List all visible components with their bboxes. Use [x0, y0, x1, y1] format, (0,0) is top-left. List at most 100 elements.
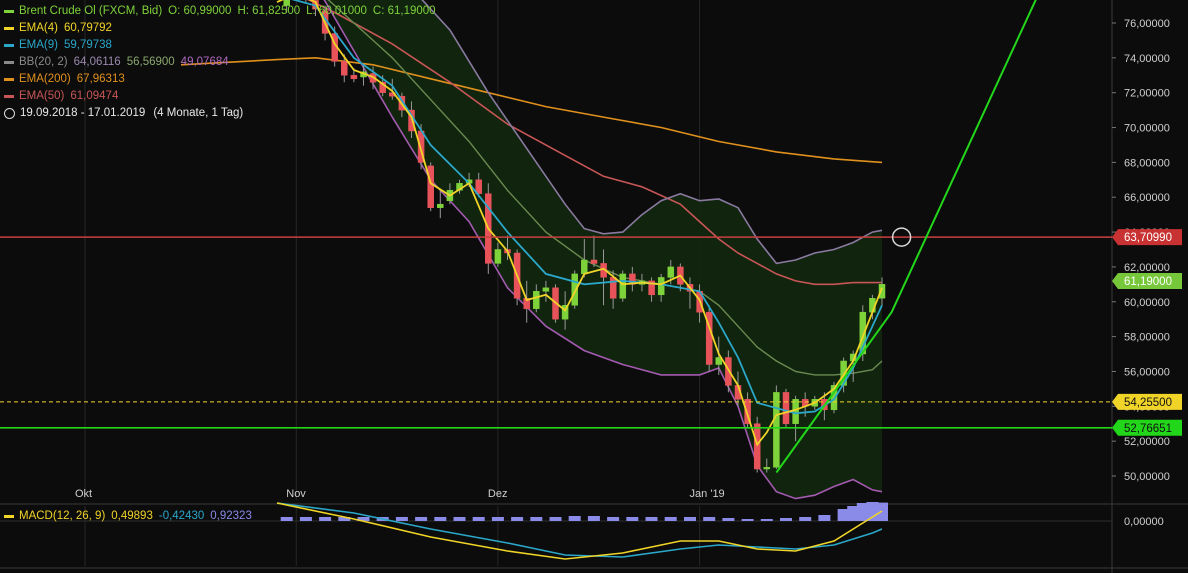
price-label-text: 54,25500: [1124, 397, 1172, 409]
price-label-box: 61,19000: [1112, 273, 1182, 290]
macd-legend-value: -0,42430: [158, 510, 205, 522]
candle-body: [667, 266, 675, 278]
macd-legend-name: MACD(12, 26, 9): [19, 510, 106, 522]
legend-swatch: [4, 10, 14, 13]
legend-value: 56,56900: [126, 56, 175, 68]
macd-histogram-bar: [684, 517, 696, 521]
candle-body: [533, 291, 540, 309]
y-tick-label: 60,00000: [1124, 297, 1170, 309]
candle-body: [427, 165, 434, 208]
legend-row[interactable]: Brent Crude Ol (FXCM, Bid) O: 60,99000 H: …: [4, 3, 442, 20]
macd-histogram-bar: [491, 517, 504, 521]
macd-histogram-bar: [799, 517, 812, 521]
candle-body: [657, 277, 665, 296]
legend-value: 59,79738: [63, 39, 112, 51]
macd-histogram-bar: [530, 517, 543, 521]
legend-swatch: [4, 95, 14, 98]
candle: [782, 388, 790, 428]
legend-row[interactable]: EMA(9) 59,79738: [4, 37, 442, 54]
y-tick-label: 50,00000: [1124, 471, 1170, 483]
macd-histogram-bar: [664, 517, 677, 521]
macd-histogram-bar: [722, 518, 735, 521]
chart-legend: Brent Crude Ol (FXCM, Bid) O: 60,99000 H: …: [4, 3, 442, 122]
candle: [427, 162, 434, 212]
legend-value: H: 61,82500: [237, 5, 301, 17]
date-range: 19.09.2018 - 17.01.2019: [20, 107, 146, 119]
legend-value: 49,07684: [180, 56, 229, 68]
y-tick-label: 70,00000: [1124, 123, 1170, 135]
macd-legend-swatch: [4, 514, 14, 518]
price-label-box: 54,25500: [1112, 393, 1182, 410]
candle-body: [590, 259, 598, 264]
legend-row[interactable]: EMA(4) 60,79792: [4, 20, 442, 37]
candle: [705, 305, 713, 372]
macd-histogram-bar: [319, 517, 332, 521]
legend-series-name: Brent Crude Ol (FXCM, Bid): [19, 5, 163, 17]
candle-body: [773, 392, 780, 468]
legend-value: 64,06116: [73, 56, 121, 68]
macd-histogram-bar: [626, 517, 639, 521]
y-tick-label: 62,00000: [1124, 262, 1170, 274]
candle-body: [753, 423, 761, 470]
legend-value: L: 60,01000: [306, 5, 367, 17]
y-tick-label: 76,00000: [1124, 18, 1170, 30]
macd-histogram-bar: [434, 517, 447, 521]
candle-body: [763, 467, 771, 470]
macd-histogram-bar: [395, 517, 408, 521]
period-length: (4 Monate, 1 Tag): [153, 107, 244, 119]
y-tick-label: 68,00000: [1124, 157, 1170, 169]
x-tick-label: Okt: [75, 488, 92, 500]
candle-body: [619, 273, 627, 299]
legend-swatch: [4, 27, 14, 30]
legend-series-name: EMA(200): [19, 73, 71, 85]
legend-series-name: EMA(4): [19, 22, 58, 34]
legend-swatch: [4, 61, 14, 64]
macd-histogram-bar: [299, 517, 312, 521]
y-tick-label: 56,00000: [1124, 366, 1170, 378]
macd-histogram-bar: [645, 517, 658, 521]
x-tick-label: Nov: [286, 488, 306, 500]
y-tick-label: 66,00000: [1124, 192, 1170, 204]
legend-series-name: EMA(9): [19, 39, 58, 51]
macd-histogram-bar: [587, 516, 600, 521]
candle-body: [542, 287, 550, 292]
macd-histogram-bar: [472, 517, 485, 521]
legend-value: 61,09474: [70, 90, 119, 102]
legend-row[interactable]: BB(20, 2) 64,06116 56,56900 49,07684: [4, 54, 442, 71]
y-tick-label: 52,00000: [1124, 436, 1170, 448]
x-tick-label: Jan '19: [690, 488, 725, 500]
legend-value: O: 60,99000: [168, 5, 232, 17]
candle-body: [792, 399, 799, 424]
macd-histogram-bar: [703, 517, 716, 521]
price-label-text: 52,76651: [1124, 423, 1172, 435]
legend-value: C: 61,19000: [372, 5, 436, 17]
legend-row[interactable]: EMA(50) 61,09474: [4, 88, 442, 105]
macd-histogram-bar: [415, 517, 428, 521]
price-label-box: 63,70990: [1112, 229, 1182, 246]
legend-row[interactable]: EMA(200) 67,96313: [4, 71, 442, 88]
x-tick-label: Dez: [488, 488, 508, 500]
candle-body: [581, 259, 588, 275]
candle: [619, 270, 627, 302]
macd-histogram-bar: [568, 516, 581, 521]
legend-value: 60,79792: [63, 22, 112, 34]
macd-histogram-bar: [780, 518, 792, 521]
macd-histogram-bar: [760, 519, 773, 521]
clock-icon: [4, 108, 15, 119]
macd-legend-value: 0,92323: [210, 510, 252, 522]
macd-histogram-bar: [549, 517, 562, 521]
macd-legend-value: 0,49893: [111, 510, 153, 522]
candle-body: [609, 277, 617, 299]
candle-body: [494, 249, 502, 264]
price-label-box: 52,76651: [1112, 419, 1182, 436]
macd-histogram-bar: [607, 517, 620, 521]
legend-swatch: [4, 44, 14, 47]
price-label-text: 63,70990: [1124, 232, 1172, 244]
y-tick-label: 58,00000: [1124, 332, 1170, 344]
macd-histogram-bar: [741, 519, 754, 521]
macd-histogram-bar: [511, 517, 524, 521]
y-tick-label: 74,00000: [1124, 53, 1170, 65]
macd-histogram-bar: [818, 515, 831, 521]
legend-series-name: EMA(50): [19, 90, 65, 102]
legend-value: 67,96313: [76, 73, 125, 85]
